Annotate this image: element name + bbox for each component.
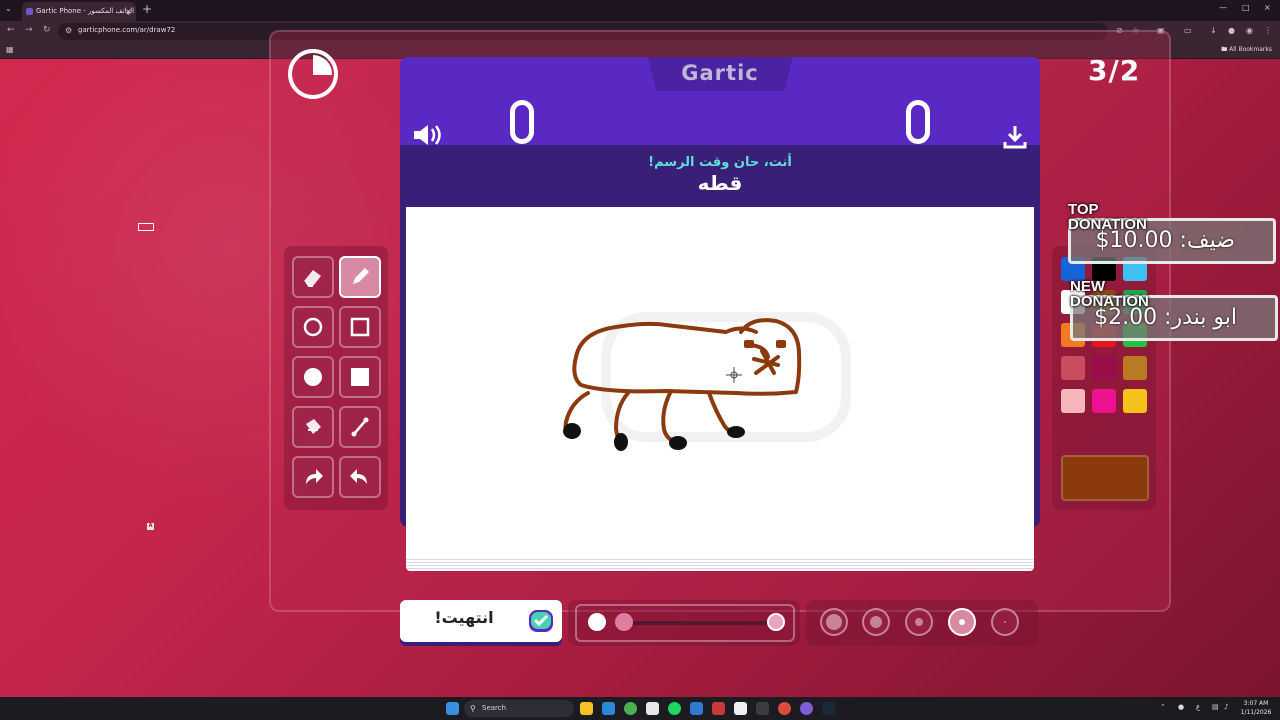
clock-date: 1/11/2026 xyxy=(1240,709,1272,716)
chrome-alt-icon[interactable] xyxy=(778,702,791,715)
done-button-label: انتهيت! xyxy=(434,608,494,627)
color-swatch[interactable] xyxy=(1061,356,1085,380)
ellipse-outline-tool[interactable] xyxy=(292,306,334,348)
tab-close-icon[interactable]: × xyxy=(125,2,132,21)
undo-tool[interactable] xyxy=(339,456,381,498)
profile-icon[interactable]: ● xyxy=(1228,26,1235,35)
rect-outline-tool[interactable] xyxy=(339,306,381,348)
drawing-notebook: Gartic أنت، حان وقت الرسم! قطه xyxy=(400,57,1040,571)
store-icon[interactable] xyxy=(646,702,659,715)
url-text: garticphone.com/ar/draw72 xyxy=(78,26,176,34)
binder-ring-right-icon xyxy=(906,100,930,144)
apps-grid-icon[interactable]: ▦ xyxy=(6,45,14,54)
calendar-icon[interactable] xyxy=(712,702,725,715)
timer-icon xyxy=(288,49,338,99)
all-bookmarks-link[interactable]: 🖿 All Bookmarks xyxy=(1221,45,1272,55)
window-close-icon[interactable]: × xyxy=(1264,3,1271,12)
search-icon: ⚲ xyxy=(470,704,476,713)
tray-chevron-icon[interactable]: ⌃ xyxy=(1160,703,1166,711)
obs-icon[interactable] xyxy=(734,702,747,715)
brush-size-1-button[interactable] xyxy=(991,608,1019,636)
tab-favicon-icon xyxy=(26,8,33,15)
forward-icon[interactable]: → xyxy=(25,25,33,35)
start-icon[interactable] xyxy=(446,702,459,715)
sound-icon[interactable] xyxy=(412,123,444,151)
taskbar-clock[interactable]: 3:07 AM 1/11/2026 xyxy=(1236,699,1276,717)
new-tab-icon[interactable]: + xyxy=(142,2,152,16)
minimize-icon[interactable]: — xyxy=(1219,3,1227,12)
volume-icon[interactable]: ♪ xyxy=(1224,703,1228,711)
opacity-slider-thumb[interactable] xyxy=(615,613,633,631)
tab-title: Gartic Phone - الهاتف المكسور xyxy=(36,7,135,15)
color-swatch[interactable] xyxy=(1092,356,1116,380)
edge-icon[interactable] xyxy=(602,702,615,715)
browser-tab-bar: ⌄ Gartic Phone - الهاتف المكسور × + — □ … xyxy=(0,0,1280,21)
language-icon[interactable]: ع xyxy=(1196,703,1200,711)
done-button[interactable]: انتهيت! xyxy=(400,600,562,642)
spotify-icon[interactable] xyxy=(668,702,681,715)
brush-size-3-button[interactable] xyxy=(905,608,933,636)
brush-size-5-button[interactable] xyxy=(820,608,848,636)
color-swatch[interactable] xyxy=(1061,389,1085,413)
cast-icon[interactable]: ▭ xyxy=(1184,26,1192,35)
taskbar-search[interactable]: ⚲ Search xyxy=(464,700,574,717)
overlay-a-icon: A xyxy=(147,523,154,530)
redo-tool[interactable] xyxy=(292,456,334,498)
back-icon[interactable]: ← xyxy=(7,25,15,35)
all-bookmarks-label: All Bookmarks xyxy=(1229,46,1272,53)
top-donation-label: TOP DONATION xyxy=(1068,201,1147,233)
ellipse-fill-tool[interactable] xyxy=(292,356,334,398)
color-swatch[interactable] xyxy=(1092,389,1116,413)
rect-fill-tool[interactable] xyxy=(339,356,381,398)
terminal-icon[interactable] xyxy=(756,702,769,715)
opacity-min-icon xyxy=(588,613,606,631)
taskbar-search-label: Search xyxy=(482,704,507,712)
eraser-tool[interactable] xyxy=(292,256,334,298)
brush-size-4-button[interactable] xyxy=(862,608,890,636)
color-swatch[interactable] xyxy=(1123,356,1147,380)
opacity-max-icon xyxy=(767,613,785,631)
draw-prompt: أنت، حان وقت الرسم! xyxy=(648,155,792,170)
browser-tab[interactable]: Gartic Phone - الهاتف المكسور × xyxy=(22,2,136,21)
file-explorer-icon[interactable] xyxy=(580,702,593,715)
notebook-pages xyxy=(406,557,1034,571)
windows-taskbar: ⚲ Search ⌃ ● ع ▤ ♪ 3:07 AM 1/11/2026 xyxy=(0,697,1280,720)
reload-icon[interactable]: ↻ xyxy=(43,25,51,35)
bucket-tool[interactable] xyxy=(292,406,334,448)
discord-icon[interactable] xyxy=(800,702,813,715)
check-shield-icon xyxy=(528,609,554,637)
downloads-icon[interactable]: ↓ xyxy=(1210,26,1217,35)
download-icon[interactable] xyxy=(1002,124,1028,154)
translate-icon[interactable]: ◉ xyxy=(1246,26,1253,35)
new-donation-label: NEW DONATION xyxy=(1070,278,1149,310)
color-swatch[interactable] xyxy=(1123,389,1147,413)
network-icon[interactable]: ▤ xyxy=(1212,703,1219,711)
gartic-logo: Gartic xyxy=(681,61,759,85)
tab-search-icon[interactable]: ⌄ xyxy=(5,4,15,16)
round-counter: 3/2 xyxy=(1088,54,1141,87)
app-icon[interactable] xyxy=(690,702,703,715)
drawing-canvas[interactable] xyxy=(406,207,1034,557)
cat-drawing xyxy=(563,312,851,451)
site-info-icon[interactable]: ⚙ xyxy=(65,26,72,35)
brush-size-2-button[interactable] xyxy=(948,608,976,636)
overlay-badge-icon xyxy=(138,223,154,231)
maximize-icon[interactable]: □ xyxy=(1242,3,1250,12)
selected-color-swatch[interactable] xyxy=(1061,455,1149,501)
steam-icon[interactable] xyxy=(822,702,835,715)
line-tool[interactable] xyxy=(339,406,381,448)
mic-icon[interactable]: ● xyxy=(1178,703,1184,711)
pencil-tool[interactable] xyxy=(339,256,381,298)
binder-ring-left-icon xyxy=(510,100,534,144)
chrome-icon[interactable] xyxy=(624,702,637,715)
secret-word: قطه xyxy=(697,171,743,195)
browser-menu-icon[interactable]: ⋮ xyxy=(1264,26,1272,35)
opacity-slider-track[interactable] xyxy=(624,621,778,625)
clock-time: 3:07 AM xyxy=(1243,700,1269,707)
